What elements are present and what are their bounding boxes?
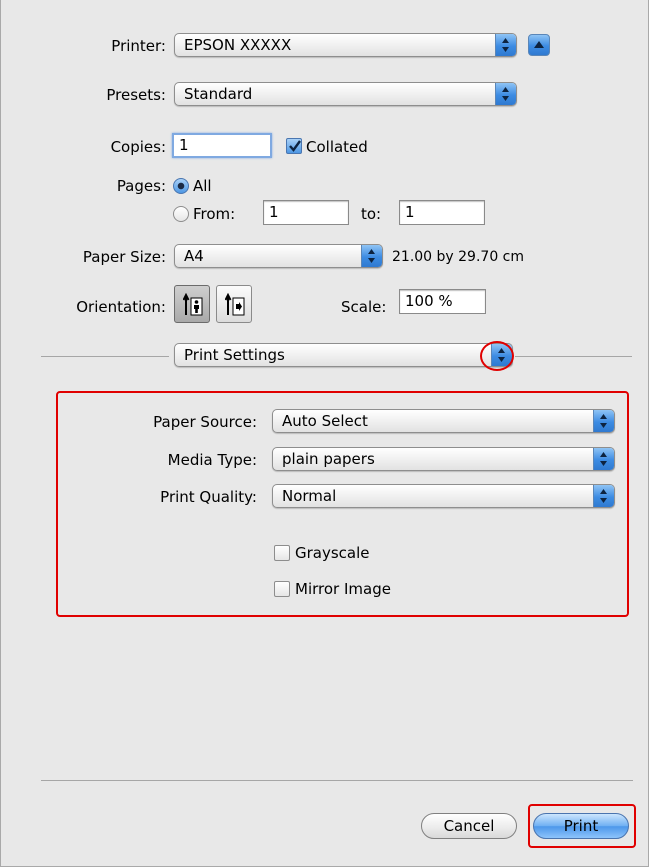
section-popup-value: Print Settings xyxy=(184,346,285,364)
collapse-dialog-button[interactable] xyxy=(528,34,550,56)
pages-to-input[interactable]: 1 xyxy=(399,200,485,225)
popup-arrows-icon xyxy=(495,83,516,105)
scale-input[interactable]: 100 % xyxy=(399,289,486,314)
paper-size-label: Paper Size: xyxy=(82,248,166,266)
print-dialog: Printer: EPSON XXXXX Presets: Standard C… xyxy=(0,0,649,867)
portrait-icon xyxy=(183,293,203,316)
pages-label: Pages: xyxy=(116,177,166,195)
paper-size-popup[interactable]: A4 xyxy=(174,244,383,268)
presets-popup[interactable]: Standard xyxy=(174,82,517,106)
checkmark-icon xyxy=(289,140,301,152)
presets-value: Standard xyxy=(184,85,253,103)
orientation-label: Orientation: xyxy=(76,298,166,316)
highlight-circle xyxy=(480,341,514,371)
pages-from-radio[interactable] xyxy=(173,206,189,222)
landscape-button[interactable] xyxy=(216,285,252,323)
popup-arrows-icon xyxy=(593,485,614,507)
popup-arrows-icon xyxy=(593,448,614,470)
pages-all-radio[interactable] xyxy=(173,178,189,194)
presets-label: Presets: xyxy=(106,86,166,104)
pages-to-label: to: xyxy=(361,205,382,223)
mirror-image-label: Mirror Image xyxy=(295,580,391,598)
media-type-label: Media Type: xyxy=(167,451,257,469)
landscape-icon xyxy=(225,293,245,316)
pages-from-input[interactable]: 1 xyxy=(263,200,349,225)
highlight-box-print xyxy=(528,804,636,848)
popup-arrows-icon xyxy=(361,245,382,267)
collated-label: Collated xyxy=(306,138,368,156)
media-type-popup[interactable]: plain papers xyxy=(272,447,615,471)
print-quality-label: Print Quality: xyxy=(160,488,257,506)
paper-source-value: Auto Select xyxy=(282,412,368,430)
paper-source-label: Paper Source: xyxy=(153,413,257,431)
cancel-button[interactable]: Cancel xyxy=(421,813,517,839)
paper-size-value: A4 xyxy=(184,247,204,265)
section-popup[interactable]: Print Settings xyxy=(174,343,513,367)
copies-label: Copies: xyxy=(110,138,166,156)
collated-checkbox[interactable] xyxy=(286,138,302,154)
popup-arrows-icon xyxy=(495,34,516,56)
copies-input[interactable]: 1 xyxy=(172,133,272,158)
media-type-value: plain papers xyxy=(282,450,375,468)
popup-arrows-icon xyxy=(593,410,614,432)
printer-value: EPSON XXXXX xyxy=(184,36,292,54)
triangle-up-icon xyxy=(534,41,544,48)
paper-source-popup[interactable]: Auto Select xyxy=(272,409,615,433)
grayscale-checkbox[interactable] xyxy=(274,545,290,561)
paper-size-dimensions: 21.00 by 29.70 cm xyxy=(392,249,525,265)
print-quality-value: Normal xyxy=(282,487,337,505)
pages-from-label: From: xyxy=(193,205,236,223)
separator-right xyxy=(515,356,632,357)
separator-left xyxy=(41,356,169,357)
footer-separator xyxy=(41,780,633,781)
print-quality-popup[interactable]: Normal xyxy=(272,484,615,508)
pages-all-label: All xyxy=(193,177,212,195)
scale-label: Scale: xyxy=(341,298,387,316)
printer-label: Printer: xyxy=(111,37,166,55)
printer-popup[interactable]: EPSON XXXXX xyxy=(174,33,517,57)
mirror-image-checkbox[interactable] xyxy=(274,581,290,597)
grayscale-label: Grayscale xyxy=(295,544,370,562)
portrait-button[interactable] xyxy=(174,285,210,323)
